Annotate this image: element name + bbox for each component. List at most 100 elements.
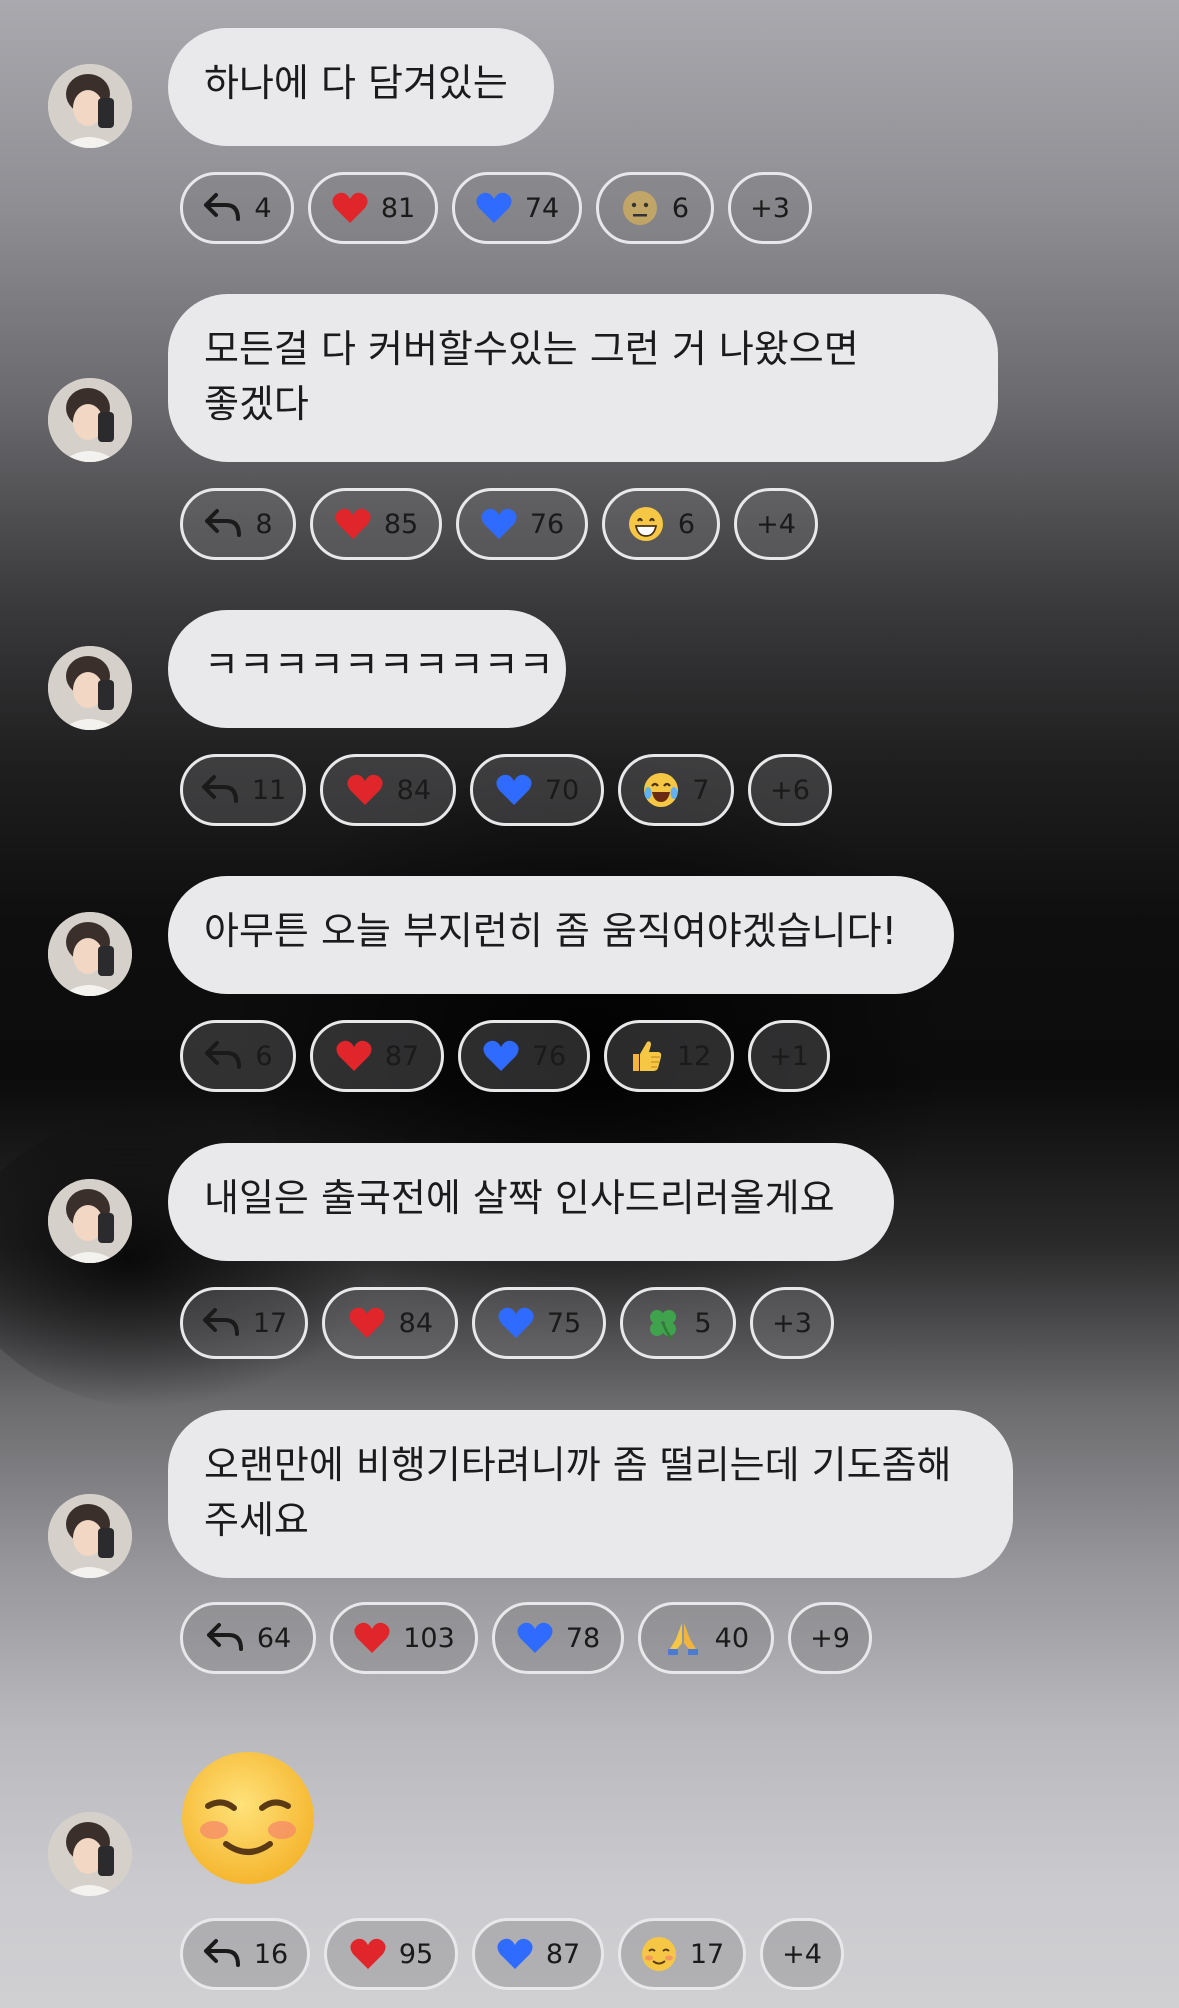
reaction-bar: 11 84 70 7 +6: [180, 754, 832, 826]
red-heart-count: 84: [396, 774, 431, 806]
smiling-face-icon: [182, 1752, 314, 1884]
blue-heart-icon: [480, 504, 518, 544]
more-reactions-chip[interactable]: +3: [750, 1287, 834, 1359]
more-reactions-count: +6: [770, 774, 810, 806]
more-reactions-chip[interactable]: +6: [748, 754, 832, 826]
blue-heart-count: 78: [565, 1622, 601, 1654]
avatar[interactable]: [48, 1494, 132, 1578]
red-heart-icon: [345, 770, 385, 810]
red-heart-count: 95: [398, 1938, 434, 1970]
reply-chip[interactable]: 8: [180, 488, 296, 560]
blue-heart-icon: [495, 770, 533, 810]
blue-heart-count: 70: [544, 774, 580, 806]
reply-count: 16: [253, 1938, 289, 1970]
reply-arrow-icon: [201, 1303, 241, 1343]
emoji-reaction[interactable]: 7: [618, 754, 734, 826]
emoji-reaction[interactable]: 5: [620, 1287, 736, 1359]
avatar[interactable]: [48, 64, 132, 148]
more-reactions-chip[interactable]: +9: [788, 1602, 872, 1674]
avatar-image: [48, 1812, 132, 1896]
blue-heart-reaction[interactable]: 87: [472, 1918, 604, 1990]
more-reactions-chip[interactable]: +4: [734, 488, 818, 560]
avatar-image: [48, 1494, 132, 1578]
red-heart-reaction[interactable]: 85: [310, 488, 442, 560]
emoji-reaction[interactable]: 6: [602, 488, 720, 560]
reply-arrow-icon: [200, 770, 240, 810]
more-reactions-count: +4: [782, 1938, 822, 1970]
thumbs-up-icon: [627, 1036, 665, 1076]
message-bubble[interactable]: 아무튼 오늘 부지런히 좀 움직여야겠습니다!: [168, 876, 954, 994]
message-bubble[interactable]: 내일은 출국전에 살짝 인사드리러올게요: [168, 1143, 894, 1261]
red-heart-icon: [353, 1618, 391, 1658]
blue-heart-reaction[interactable]: 76: [458, 1020, 590, 1092]
avatar[interactable]: [48, 1179, 132, 1263]
more-reactions-chip[interactable]: +3: [728, 172, 812, 244]
folded-hands-icon: [663, 1618, 703, 1658]
emoji-reaction[interactable]: 12: [604, 1020, 734, 1092]
reply-count: 17: [252, 1307, 288, 1339]
reply-chip[interactable]: 11: [180, 754, 306, 826]
message-bubble[interactable]: 모든걸 다 커버할수있는 그런 거 나왔으면 좋겠다: [168, 294, 998, 462]
blue-heart-reaction[interactable]: 76: [456, 488, 588, 560]
red-heart-icon: [331, 188, 369, 228]
blue-heart-count: 74: [524, 192, 560, 224]
blue-heart-reaction[interactable]: 78: [492, 1602, 624, 1674]
reply-chip[interactable]: 64: [180, 1602, 316, 1674]
reaction-bar: 17 84 75 5 +3: [180, 1287, 834, 1359]
avatar[interactable]: [48, 646, 132, 730]
red-heart-icon: [334, 504, 372, 544]
red-heart-reaction[interactable]: 84: [322, 1287, 458, 1359]
blue-heart-icon: [497, 1303, 535, 1343]
grinning-face-icon: [627, 504, 666, 544]
reply-count: 64: [256, 1622, 292, 1654]
reply-count: 6: [255, 1040, 273, 1072]
reply-chip[interactable]: 6: [180, 1020, 296, 1092]
message-thread: 하나에 다 담겨있는 4 81 74 6 +3 모든걸 다 커버할수있는 그런 …: [0, 0, 1179, 2008]
reply-chip[interactable]: 4: [180, 172, 294, 244]
blue-heart-count: 87: [545, 1938, 581, 1970]
emoji-reaction[interactable]: 40: [638, 1602, 774, 1674]
red-heart-count: 81: [380, 192, 416, 224]
four-leaf-clover-icon: [644, 1303, 682, 1343]
reply-count: 4: [254, 192, 272, 224]
more-reactions-count: +3: [772, 1307, 812, 1339]
red-heart-reaction[interactable]: 103: [330, 1602, 478, 1674]
smiling-face-icon: [640, 1934, 678, 1974]
blue-heart-icon: [482, 1036, 520, 1076]
avatar-image: [48, 646, 132, 730]
red-heart-count: 85: [383, 508, 419, 540]
red-heart-reaction[interactable]: 84: [320, 754, 456, 826]
message-bubble[interactable]: 오랜만에 비행기타려니까 좀 떨리는데 기도좀해 주세요: [168, 1410, 1013, 1578]
message-bubble[interactable]: ㅋㅋㅋㅋㅋㅋㅋㅋㅋㅋ: [168, 610, 566, 728]
emoji-reaction[interactable]: 6: [596, 172, 714, 244]
tears-of-joy-face-icon: [642, 770, 680, 810]
emoji-reaction[interactable]: 17: [618, 1918, 746, 1990]
red-heart-reaction[interactable]: 87: [310, 1020, 444, 1092]
smiling-face-emoji-message[interactable]: [178, 1748, 318, 1888]
more-reactions-chip[interactable]: +1: [748, 1020, 830, 1092]
more-reactions-count: +4: [756, 508, 796, 540]
blue-heart-reaction[interactable]: 74: [452, 172, 582, 244]
message-bubble[interactable]: 하나에 다 담겨있는: [168, 28, 554, 146]
blue-heart-icon: [516, 1618, 554, 1658]
avatar[interactable]: [48, 912, 132, 996]
red-heart-count: 87: [384, 1040, 420, 1072]
reply-chip[interactable]: 16: [180, 1918, 310, 1990]
blue-heart-count: 76: [531, 1040, 567, 1072]
reply-chip[interactable]: 17: [180, 1287, 308, 1359]
red-heart-reaction[interactable]: 81: [308, 172, 438, 244]
avatar[interactable]: [48, 378, 132, 462]
blue-heart-reaction[interactable]: 70: [470, 754, 604, 826]
red-heart-count: 103: [403, 1622, 455, 1654]
avatar[interactable]: [48, 1812, 132, 1896]
blue-heart-count: 75: [546, 1307, 582, 1339]
more-reactions-chip[interactable]: +4: [760, 1918, 844, 1990]
blue-heart-icon: [496, 1934, 534, 1974]
emoji-reaction-count: 6: [671, 192, 689, 224]
avatar-image: [48, 1179, 132, 1263]
reply-count: 8: [255, 508, 273, 540]
avatar-image: [48, 912, 132, 996]
emoji-reaction-count: 12: [676, 1040, 712, 1072]
blue-heart-reaction[interactable]: 75: [472, 1287, 606, 1359]
red-heart-reaction[interactable]: 95: [324, 1918, 458, 1990]
